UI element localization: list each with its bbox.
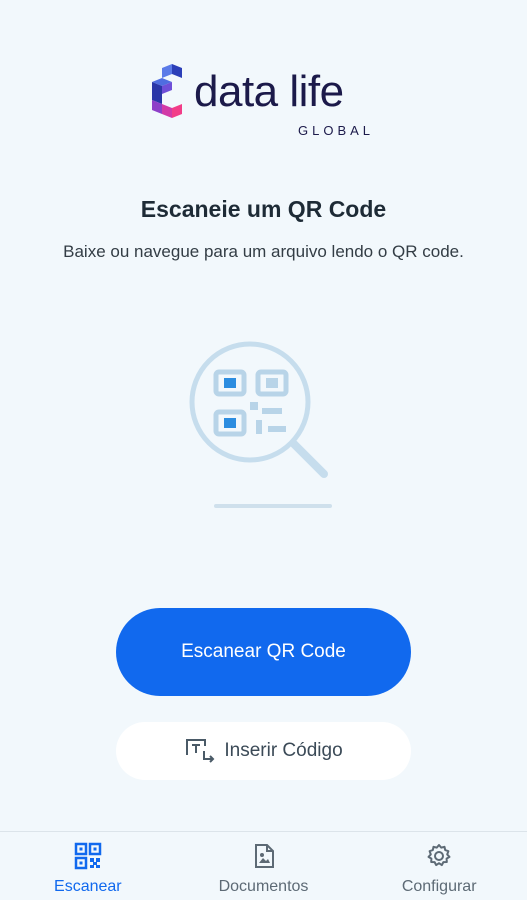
nav-label-scan: Escanear [54,878,122,895]
scan-qr-button[interactable]: Escanear QR Code [116,608,411,696]
nav-label-settings: Configurar [401,878,477,895]
logo-wordmark: data life [194,67,344,116]
gear-icon [427,844,451,867]
data-life-logo: data life GLOBAL [148,62,388,142]
scan-screen: data life GLOBAL Escaneie um QR Code Bai… [0,0,527,900]
document-icon [254,844,274,868]
text-input-icon [186,739,215,763]
insert-code-label: Inserir Código [224,740,343,761]
logo-mark-icon [152,64,182,118]
page-subtitle: Baixe ou navegue para um arquivo lendo o… [63,242,464,261]
insert-code-button[interactable]: Inserir Código [116,722,411,780]
logo-subtitle: GLOBAL [298,123,375,138]
page-title: Escaneie um QR Code [140,196,387,222]
qr-search-illustration-icon [189,341,332,508]
nav-item-settings[interactable]: Configurar [351,832,527,900]
nav-label-documents: Documentos [218,878,309,895]
qr-code-icon [74,842,102,870]
bottom-navigation: Escanear Documentos Configurar [0,831,527,900]
nav-item-scan[interactable]: Escanear [0,832,176,900]
nav-item-documents[interactable]: Documentos [176,832,352,900]
